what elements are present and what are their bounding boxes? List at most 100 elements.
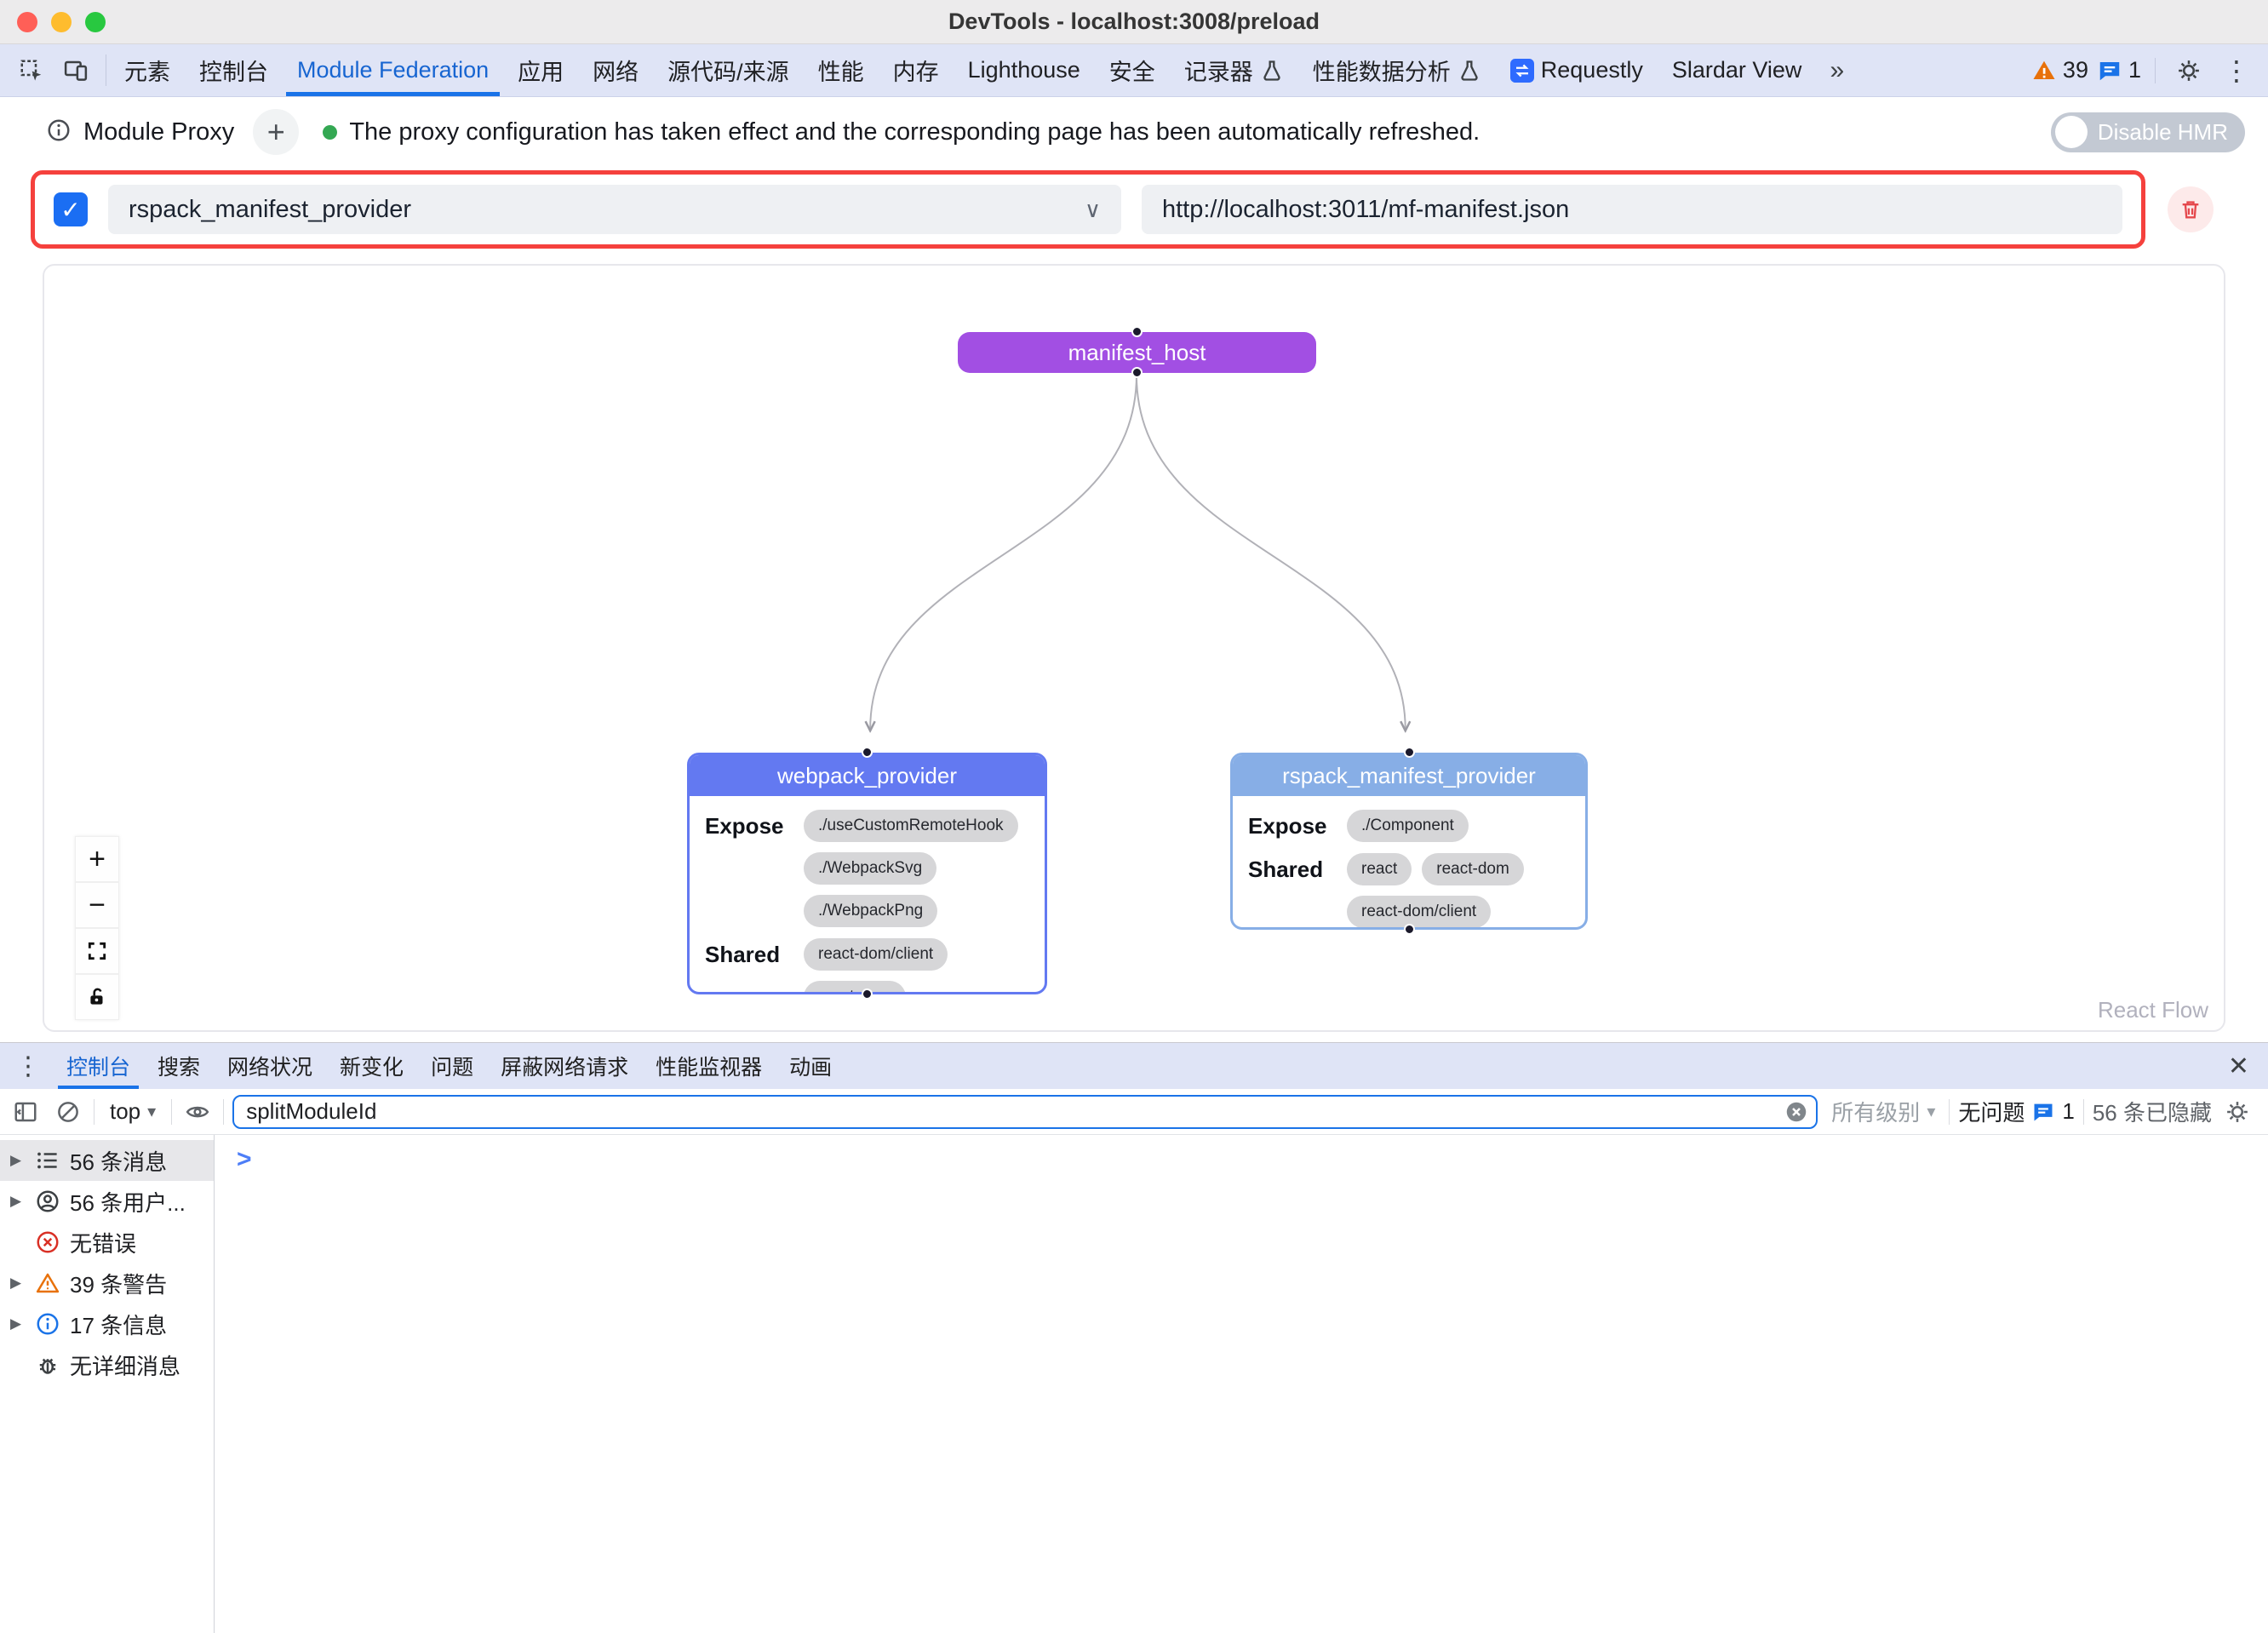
info-icon [34,1310,61,1338]
expand-arrow-icon[interactable]: ▶ [10,1315,26,1332]
drawer-menu-button[interactable]: ⋮ [0,1043,53,1089]
inspect-element-button[interactable] [12,51,51,90]
sidebar-item-all-messages[interactable]: ▶ 56 条消息 [0,1140,214,1181]
chevron-down-icon: ∨ [1085,197,1101,223]
tab-console[interactable]: 控制台 [185,44,283,96]
shared-label: Shared [1248,853,1335,928]
disable-hmr-toggle[interactable]: Disable HMR [2051,112,2245,152]
sidebar-item-warnings[interactable]: ▶ 39 条警告 [0,1263,214,1304]
tab-sources[interactable]: 源代码/来源 [653,44,804,96]
handle-webpack-bottom[interactable] [862,988,873,1000]
status-dot [323,125,337,140]
flow-canvas[interactable]: manifest_host webpack_provider Expose ./… [43,264,2225,1032]
sidebar-item-verbose[interactable]: 无详细消息 [0,1344,214,1385]
console-tab-network-conditions[interactable]: 网络状况 [214,1043,326,1089]
tab-network[interactable]: 网络 [578,44,653,96]
shared-tag: react-dom/client [804,938,948,971]
tab-security[interactable]: 安全 [1095,44,1170,96]
console-filter-box [232,1095,1818,1129]
expose-tag: ./useCustomRemoteHook [804,810,1018,842]
devtools-window: DevTools - localhost:3008/preload 元素 控制台… [0,0,2268,1633]
console-tab-console[interactable]: 控制台 [53,1043,144,1089]
handle-webpack-top[interactable] [862,747,873,758]
console-tab-network-blocking[interactable]: 屏蔽网络请求 [487,1043,642,1089]
inspect-icon [19,58,44,83]
more-tabs-button[interactable]: » [1816,44,1858,96]
toggle-knob [2055,116,2088,148]
warnings-badge[interactable]: 39 [2031,57,2088,83]
devtools-menu-button[interactable]: ⋮ [2217,51,2256,90]
messages-badge[interactable]: 1 [2097,57,2141,83]
clear-filter-button[interactable] [1784,1099,1809,1125]
tab-performance[interactable]: 性能 [804,44,879,96]
shared-tag: react-dom [804,981,906,994]
error-icon [34,1229,61,1256]
expand-arrow-icon[interactable]: ▶ [10,1152,26,1169]
expand-arrow-icon[interactable]: ▶ [10,1275,26,1292]
console-settings-button[interactable] [2220,1095,2254,1129]
console-prompt[interactable]: > [237,1145,252,1174]
tab-elements[interactable]: 元素 [110,44,185,96]
node-webpack-provider[interactable]: webpack_provider Expose ./useCustomRemot… [687,753,1047,994]
close-drawer-button[interactable]: ✕ [2209,1043,2268,1089]
chat-bubble-icon [2031,1100,2055,1124]
tab-slardar-view[interactable]: Slardar View [1658,44,1817,96]
tab-lighthouse[interactable]: Lighthouse [954,44,1095,96]
console-tab-search[interactable]: 搜索 [144,1043,214,1089]
hidden-messages-count: 56 条已隐藏 [2093,1096,2212,1127]
add-proxy-button[interactable]: + [253,109,299,155]
zoom-in-button[interactable]: + [75,836,119,882]
tab-application[interactable]: 应用 [503,44,578,96]
sidebar-item-errors[interactable]: 无错误 [0,1222,214,1263]
console-log-area[interactable]: > [215,1135,2268,1633]
delete-proxy-button[interactable] [2168,186,2214,232]
tab-recorder[interactable]: 记录器 [1170,44,1298,96]
console-sidebar-toggle[interactable] [9,1095,43,1129]
console-tab-issues[interactable]: 问题 [417,1043,487,1089]
expose-label: Expose [705,810,792,927]
zoom-out-button[interactable]: − [75,882,119,928]
handle-host-bottom[interactable] [1131,367,1143,378]
gear-icon [2225,1099,2250,1125]
bug-icon [34,1351,61,1378]
flow-edges [44,266,2224,1030]
tab-module-federation[interactable]: Module Federation [283,44,503,96]
close-icon: ✕ [2228,1051,2249,1081]
device-toolbar-icon [63,58,89,83]
node-rspack-manifest-provider[interactable]: rspack_manifest_provider Expose ./Compon… [1230,753,1588,930]
warning-icon [2031,58,2057,83]
clear-console-button[interactable] [51,1095,85,1129]
fit-view-button[interactable] [75,928,119,974]
expose-tag: ./WebpackPng [804,895,937,927]
flask-icon [1458,59,1481,83]
tab-memory[interactable]: 内存 [879,44,954,96]
handle-rspack-bottom[interactable] [1404,924,1415,935]
issues-counter[interactable]: 无问题 1 [1958,1096,2074,1127]
sidebar-item-info[interactable]: ▶ 17 条信息 [0,1304,214,1344]
tab-performance-insights[interactable]: 性能数据分析 [1298,44,1496,96]
console-tab-animations[interactable]: 动画 [776,1043,845,1089]
handle-rspack-top[interactable] [1404,747,1415,758]
console-tab-changes[interactable]: 新变化 [326,1043,417,1089]
device-toolbar-button[interactable] [56,51,95,90]
node-title: manifest_host [1068,340,1206,366]
lock-button[interactable] [75,974,119,1020]
log-levels-select[interactable]: 所有级别 ▾ [1826,1096,1940,1127]
console-filter-input[interactable] [246,1098,1777,1125]
proxy-url-input[interactable] [1142,185,2122,234]
settings-button[interactable] [2169,51,2208,90]
expand-arrow-icon[interactable]: ▶ [10,1193,26,1210]
handle-host-top[interactable] [1131,326,1143,337]
context-selector[interactable]: top ▾ [103,1098,163,1125]
shared-tag: react-dom/client [1347,896,1491,928]
console-tab-performance-monitor[interactable]: 性能监视器 [642,1043,776,1089]
provider-select-value: rspack_manifest_provider [129,196,411,224]
tab-requestly[interactable]: Requestly [1496,44,1658,96]
node-header: rspack_manifest_provider [1233,755,1585,796]
module-proxy-header: Module Proxy + The proxy configuration h… [0,97,2268,167]
sidebar-item-user-messages[interactable]: ▶ 56 条用户... [0,1181,214,1222]
live-expression-button[interactable] [180,1095,215,1129]
proxy-enabled-checkbox[interactable]: ✓ [54,192,88,226]
trash-icon [2179,198,2202,221]
provider-select[interactable]: rspack_manifest_provider ∨ [108,185,1121,234]
